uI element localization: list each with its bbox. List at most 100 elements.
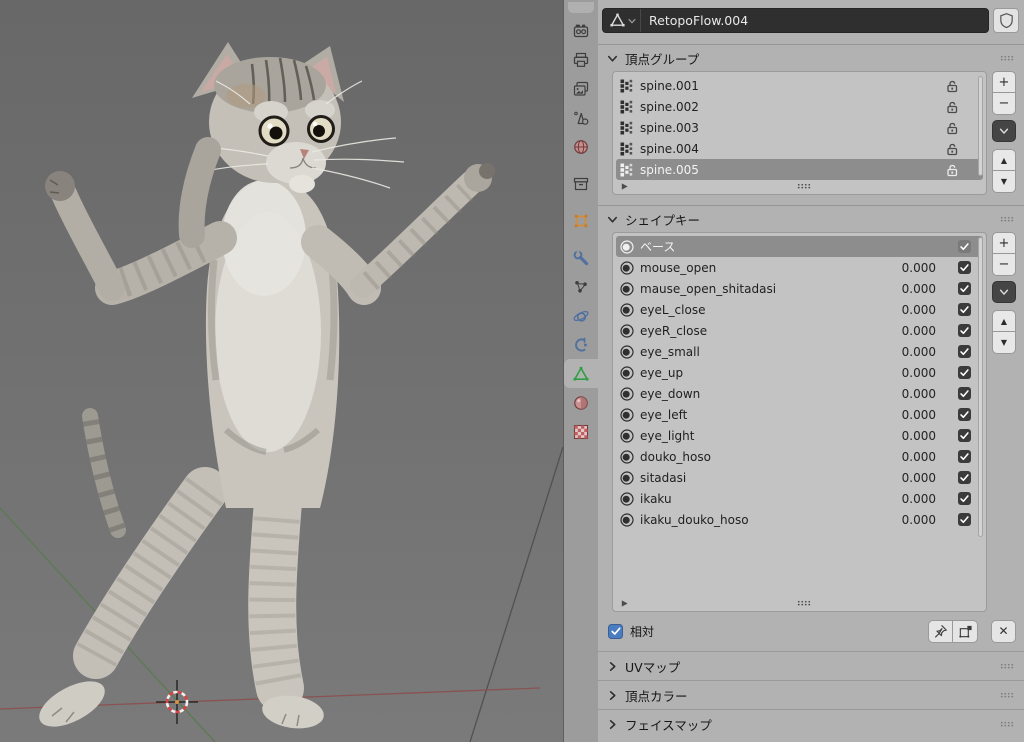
tab-collection[interactable] <box>564 169 598 198</box>
expand-triangle-icon[interactable] <box>620 599 629 608</box>
clear-shape-keys-button[interactable]: ✕ <box>991 620 1016 643</box>
shape-key-checkbox[interactable] <box>958 450 971 463</box>
tab-object[interactable] <box>564 206 598 235</box>
shape-key-row[interactable]: douko_hoso 0.000 <box>616 446 983 467</box>
shape-key-row[interactable]: ikaku 0.000 <box>616 488 983 509</box>
shape-key-checkbox[interactable] <box>958 387 971 400</box>
tab-object-data[interactable] <box>564 359 598 388</box>
shape-key-value[interactable]: 0.000 <box>874 366 936 380</box>
panel-grip-icon[interactable] <box>1000 662 1014 670</box>
shape-key-checkbox[interactable] <box>958 366 971 379</box>
shape-key-checkbox[interactable] <box>958 471 971 484</box>
vertex-group-row[interactable]: spine.003 <box>616 117 983 138</box>
shape-key-value[interactable]: 0.000 <box>874 429 936 443</box>
panel-grip-icon[interactable] <box>1000 691 1014 699</box>
tab-constraints[interactable] <box>564 330 598 359</box>
vertex-group-row[interactable]: spine.004 <box>616 138 983 159</box>
shape-key-checkbox[interactable] <box>958 324 971 337</box>
tab-texture[interactable] <box>564 417 598 446</box>
shape-key-row[interactable]: eye_small 0.000 <box>616 341 983 362</box>
vertex-group-row-selected[interactable]: spine.005 <box>616 159 983 180</box>
tab-output[interactable] <box>564 45 598 74</box>
relative-checkbox[interactable] <box>608 624 623 639</box>
shape-key-row[interactable]: mause_open_shitadasi 0.000 <box>616 278 983 299</box>
tab-modifiers[interactable] <box>564 243 598 272</box>
shape-key-checkbox[interactable] <box>958 513 971 526</box>
vertex-group-row[interactable]: spine.001 <box>616 75 983 96</box>
tab-material[interactable] <box>564 388 598 417</box>
shape-key-value[interactable]: 0.000 <box>874 471 936 485</box>
list-scrollbar[interactable] <box>978 76 983 176</box>
move-shape-key-up-button[interactable]: ▲ <box>992 310 1016 332</box>
panel-grip-icon[interactable] <box>1000 54 1014 62</box>
shape-key-value[interactable]: 0.000 <box>874 303 936 317</box>
shape-key-checkbox[interactable] <box>958 282 971 295</box>
remove-shape-key-button[interactable]: − <box>992 254 1016 276</box>
shape-key-checkbox[interactable] <box>958 408 971 421</box>
shape-key-checkbox[interactable] <box>958 429 971 442</box>
shape-key-value[interactable]: 0.000 <box>874 345 936 359</box>
panel-grip-icon[interactable] <box>1000 720 1014 728</box>
shape-keys-list[interactable]: ベース mouse_open 0.000 mause_open_shitadas… <box>612 232 987 612</box>
expand-triangle-icon[interactable] <box>620 182 629 191</box>
shape-key-row[interactable]: sitadasi 0.000 <box>616 467 983 488</box>
vertex-colors-panel-header[interactable]: 頂点カラー <box>598 680 1024 709</box>
move-shape-key-down-button[interactable]: ▼ <box>992 332 1016 354</box>
shape-keys-header[interactable]: シェイプキー <box>598 206 1024 232</box>
shape-key-value[interactable]: 0.000 <box>874 387 936 401</box>
shape-key-checkbox[interactable] <box>958 240 971 253</box>
shape-key-checkbox[interactable] <box>958 345 971 358</box>
shape-key-row-selected[interactable]: ベース <box>616 236 983 257</box>
move-vertex-group-up-button[interactable]: ▲ <box>992 149 1016 171</box>
tab-particles[interactable] <box>564 272 598 301</box>
tab-physics[interactable] <box>564 301 598 330</box>
shape-key-row[interactable]: ikaku_douko_hoso 0.000 <box>616 509 983 530</box>
shape-key-row[interactable]: eye_left 0.000 <box>616 404 983 425</box>
shape-key-value[interactable]: 0.000 <box>874 513 936 527</box>
remove-vertex-group-button[interactable]: − <box>992 93 1016 115</box>
unlock-icon[interactable] <box>945 163 959 177</box>
shape-key-row[interactable]: eye_light 0.000 <box>616 425 983 446</box>
tab-scene[interactable] <box>564 103 598 132</box>
add-vertex-group-button[interactable]: + <box>992 71 1016 93</box>
vertex-group-specials-button[interactable] <box>992 120 1016 142</box>
shape-key-row[interactable]: mouse_open 0.000 <box>616 257 983 278</box>
move-vertex-group-down-button[interactable]: ▼ <box>992 171 1016 193</box>
uv-maps-panel-header[interactable]: UVマップ <box>598 651 1024 680</box>
list-scrollbar[interactable] <box>978 237 983 537</box>
3d-viewport[interactable] <box>0 0 563 742</box>
edit-mode-display-button[interactable] <box>953 620 978 643</box>
shape-key-checkbox[interactable] <box>958 303 971 316</box>
shape-key-row[interactable]: eyeR_close 0.000 <box>616 320 983 341</box>
shape-key-value[interactable]: 0.000 <box>874 408 936 422</box>
vertex-group-row[interactable]: spine.002 <box>616 96 983 117</box>
unlock-icon[interactable] <box>945 121 959 135</box>
tab-render[interactable] <box>564 16 598 45</box>
shape-key-value[interactable]: 0.000 <box>874 450 936 464</box>
shape-key-value[interactable]: 0.000 <box>874 324 936 338</box>
object-name-field[interactable]: RetopoFlow.004 <box>602 8 989 33</box>
vertex-groups-list[interactable]: spine.001 spine.002 spine.003 spine.004 <box>612 71 987 195</box>
tab-world[interactable] <box>564 132 598 161</box>
resize-grip-icon[interactable] <box>797 182 811 190</box>
fake-user-button[interactable] <box>993 8 1019 33</box>
shape-key-checkbox[interactable] <box>958 261 971 274</box>
shape-key-row[interactable]: eye_down 0.000 <box>616 383 983 404</box>
shape-key-checkbox[interactable] <box>958 492 971 505</box>
resize-grip-icon[interactable] <box>797 599 811 607</box>
vertex-groups-header[interactable]: 頂点グループ <box>598 45 1024 71</box>
mesh-data-dropdown[interactable] <box>603 9 641 32</box>
shape-key-value[interactable]: 0.000 <box>874 492 936 506</box>
unlock-icon[interactable] <box>945 79 959 93</box>
tab-tool[interactable] <box>568 2 594 13</box>
pin-shape-key-button[interactable] <box>928 620 953 643</box>
unlock-icon[interactable] <box>945 100 959 114</box>
shape-key-row[interactable]: eye_up 0.000 <box>616 362 983 383</box>
add-shape-key-button[interactable]: + <box>992 232 1016 254</box>
tab-view-layer[interactable] <box>564 74 598 103</box>
shape-key-specials-button[interactable] <box>992 281 1016 303</box>
face-maps-panel-header[interactable]: フェイスマップ <box>598 709 1024 738</box>
shape-key-row[interactable]: eyeL_close 0.000 <box>616 299 983 320</box>
shape-key-value[interactable]: 0.000 <box>874 282 936 296</box>
panel-grip-icon[interactable] <box>1000 215 1014 223</box>
